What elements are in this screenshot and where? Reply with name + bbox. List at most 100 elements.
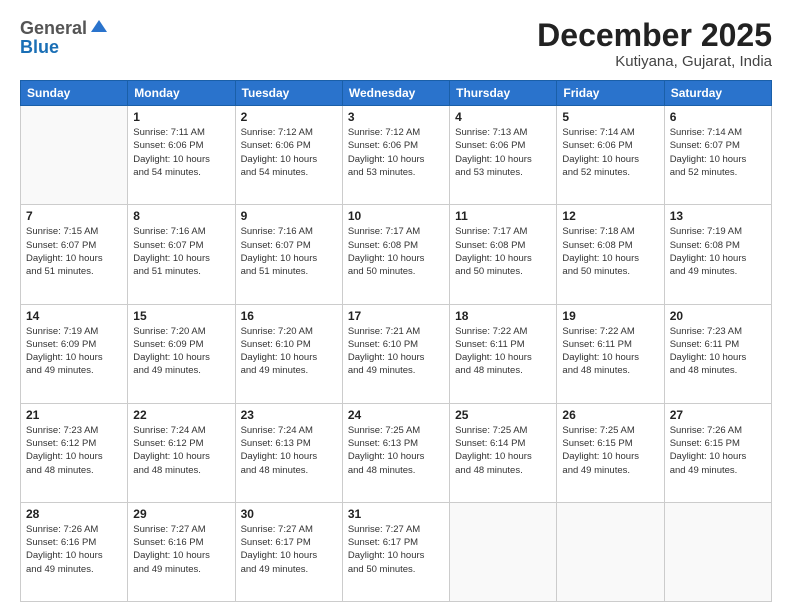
calendar-cell: 19 Sunrise: 7:22 AM Sunset: 6:11 PM Dayli…	[557, 304, 664, 403]
day-number: 9	[241, 209, 337, 223]
day-number: 29	[133, 507, 229, 521]
day-info: Sunrise: 7:22 AM Sunset: 6:11 PM Dayligh…	[455, 325, 551, 378]
calendar-cell: 24 Sunrise: 7:25 AM Sunset: 6:13 PM Dayli…	[342, 403, 449, 502]
weekday-header-monday: Monday	[128, 81, 235, 106]
day-info: Sunrise: 7:25 AM Sunset: 6:13 PM Dayligh…	[348, 424, 444, 477]
calendar-cell: 3 Sunrise: 7:12 AM Sunset: 6:06 PM Daylig…	[342, 106, 449, 205]
day-number: 23	[241, 408, 337, 422]
calendar-cell: 2 Sunrise: 7:12 AM Sunset: 6:06 PM Daylig…	[235, 106, 342, 205]
logo-general: General	[20, 18, 87, 39]
day-number: 1	[133, 110, 229, 124]
day-number: 3	[348, 110, 444, 124]
calendar-cell: 13 Sunrise: 7:19 AM Sunset: 6:08 PM Dayli…	[664, 205, 771, 304]
day-info: Sunrise: 7:12 AM Sunset: 6:06 PM Dayligh…	[241, 126, 337, 179]
day-info: Sunrise: 7:12 AM Sunset: 6:06 PM Dayligh…	[348, 126, 444, 179]
day-info: Sunrise: 7:26 AM Sunset: 6:16 PM Dayligh…	[26, 523, 122, 576]
day-info: Sunrise: 7:15 AM Sunset: 6:07 PM Dayligh…	[26, 225, 122, 278]
calendar-cell	[664, 502, 771, 601]
day-number: 18	[455, 309, 551, 323]
calendar-cell: 22 Sunrise: 7:24 AM Sunset: 6:12 PM Dayli…	[128, 403, 235, 502]
day-number: 16	[241, 309, 337, 323]
calendar-cell: 17 Sunrise: 7:21 AM Sunset: 6:10 PM Dayli…	[342, 304, 449, 403]
day-number: 14	[26, 309, 122, 323]
calendar-cell: 4 Sunrise: 7:13 AM Sunset: 6:06 PM Daylig…	[450, 106, 557, 205]
calendar-cell: 20 Sunrise: 7:23 AM Sunset: 6:11 PM Dayli…	[664, 304, 771, 403]
day-number: 20	[670, 309, 766, 323]
day-number: 31	[348, 507, 444, 521]
day-number: 6	[670, 110, 766, 124]
day-number: 28	[26, 507, 122, 521]
day-number: 26	[562, 408, 658, 422]
logo-blue: Blue	[20, 37, 109, 58]
day-info: Sunrise: 7:14 AM Sunset: 6:06 PM Dayligh…	[562, 126, 658, 179]
calendar-cell: 26 Sunrise: 7:25 AM Sunset: 6:15 PM Dayli…	[557, 403, 664, 502]
day-info: Sunrise: 7:19 AM Sunset: 6:08 PM Dayligh…	[670, 225, 766, 278]
calendar-cell: 21 Sunrise: 7:23 AM Sunset: 6:12 PM Dayli…	[21, 403, 128, 502]
calendar-cell	[557, 502, 664, 601]
weekday-header-friday: Friday	[557, 81, 664, 106]
day-number: 24	[348, 408, 444, 422]
week-row-2: 7Sunrise: 7:15 AM Sunset: 6:07 PM Daylig…	[21, 205, 772, 304]
calendar-cell: 9 Sunrise: 7:16 AM Sunset: 6:07 PM Daylig…	[235, 205, 342, 304]
weekday-header-wednesday: Wednesday	[342, 81, 449, 106]
calendar-cell: 29 Sunrise: 7:27 AM Sunset: 6:16 PM Dayli…	[128, 502, 235, 601]
day-info: Sunrise: 7:16 AM Sunset: 6:07 PM Dayligh…	[241, 225, 337, 278]
day-info: Sunrise: 7:26 AM Sunset: 6:15 PM Dayligh…	[670, 424, 766, 477]
day-number: 5	[562, 110, 658, 124]
day-number: 4	[455, 110, 551, 124]
calendar-cell: 31Sunrise: 7:27 AM Sunset: 6:17 PM Dayli…	[342, 502, 449, 601]
calendar-cell: 6Sunrise: 7:14 AM Sunset: 6:07 PM Daylig…	[664, 106, 771, 205]
day-number: 17	[348, 309, 444, 323]
day-info: Sunrise: 7:25 AM Sunset: 6:15 PM Dayligh…	[562, 424, 658, 477]
calendar-cell: 8Sunrise: 7:16 AM Sunset: 6:07 PM Daylig…	[128, 205, 235, 304]
day-number: 21	[26, 408, 122, 422]
calendar-cell: 14 Sunrise: 7:19 AM Sunset: 6:09 PM Dayli…	[21, 304, 128, 403]
day-info: Sunrise: 7:22 AM Sunset: 6:11 PM Dayligh…	[562, 325, 658, 378]
day-number: 11	[455, 209, 551, 223]
month-title: December 2025	[537, 18, 772, 53]
logo-icon	[89, 18, 109, 38]
calendar-cell: 27 Sunrise: 7:26 AM Sunset: 6:15 PM Dayli…	[664, 403, 771, 502]
day-info: Sunrise: 7:23 AM Sunset: 6:11 PM Dayligh…	[670, 325, 766, 378]
header: General Blue December 2025 Kutiyana, Guj…	[20, 18, 772, 70]
calendar-cell: 7Sunrise: 7:15 AM Sunset: 6:07 PM Daylig…	[21, 205, 128, 304]
day-info: Sunrise: 7:23 AM Sunset: 6:12 PM Dayligh…	[26, 424, 122, 477]
page: General Blue December 2025 Kutiyana, Guj…	[0, 0, 792, 612]
day-info: Sunrise: 7:21 AM Sunset: 6:10 PM Dayligh…	[348, 325, 444, 378]
weekday-header-saturday: Saturday	[664, 81, 771, 106]
day-number: 12	[562, 209, 658, 223]
calendar-cell	[21, 106, 128, 205]
calendar-cell: 30 Sunrise: 7:27 AM Sunset: 6:17 PM Dayli…	[235, 502, 342, 601]
location: Kutiyana, Gujarat, India	[537, 53, 772, 70]
week-row-1: 1 Sunrise: 7:11 AM Sunset: 6:06 PM Daylig…	[21, 106, 772, 205]
day-number: 22	[133, 408, 229, 422]
weekday-header-thursday: Thursday	[450, 81, 557, 106]
day-info: Sunrise: 7:24 AM Sunset: 6:13 PM Dayligh…	[241, 424, 337, 477]
day-info: Sunrise: 7:13 AM Sunset: 6:06 PM Dayligh…	[455, 126, 551, 179]
day-info: Sunrise: 7:20 AM Sunset: 6:10 PM Dayligh…	[241, 325, 337, 378]
calendar-cell: 12Sunrise: 7:18 AM Sunset: 6:08 PM Dayli…	[557, 205, 664, 304]
day-number: 30	[241, 507, 337, 521]
day-number: 13	[670, 209, 766, 223]
calendar-cell: 18 Sunrise: 7:22 AM Sunset: 6:11 PM Dayli…	[450, 304, 557, 403]
title-block: December 2025 Kutiyana, Gujarat, India	[537, 18, 772, 70]
day-info: Sunrise: 7:11 AM Sunset: 6:06 PM Dayligh…	[133, 126, 229, 179]
day-info: Sunrise: 7:27 AM Sunset: 6:16 PM Dayligh…	[133, 523, 229, 576]
day-number: 2	[241, 110, 337, 124]
day-number: 8	[133, 209, 229, 223]
calendar-cell: 16 Sunrise: 7:20 AM Sunset: 6:10 PM Dayli…	[235, 304, 342, 403]
week-row-3: 14 Sunrise: 7:19 AM Sunset: 6:09 PM Dayli…	[21, 304, 772, 403]
day-info: Sunrise: 7:19 AM Sunset: 6:09 PM Dayligh…	[26, 325, 122, 378]
day-number: 27	[670, 408, 766, 422]
day-info: Sunrise: 7:17 AM Sunset: 6:08 PM Dayligh…	[455, 225, 551, 278]
calendar-cell: 10Sunrise: 7:17 AM Sunset: 6:08 PM Dayli…	[342, 205, 449, 304]
day-number: 19	[562, 309, 658, 323]
day-info: Sunrise: 7:24 AM Sunset: 6:12 PM Dayligh…	[133, 424, 229, 477]
day-info: Sunrise: 7:27 AM Sunset: 6:17 PM Dayligh…	[241, 523, 337, 576]
calendar-cell: 11 Sunrise: 7:17 AM Sunset: 6:08 PM Dayli…	[450, 205, 557, 304]
calendar-cell: 1 Sunrise: 7:11 AM Sunset: 6:06 PM Daylig…	[128, 106, 235, 205]
calendar-cell: 28 Sunrise: 7:26 AM Sunset: 6:16 PM Dayli…	[21, 502, 128, 601]
calendar-cell: 15Sunrise: 7:20 AM Sunset: 6:09 PM Dayli…	[128, 304, 235, 403]
day-number: 10	[348, 209, 444, 223]
day-info: Sunrise: 7:20 AM Sunset: 6:09 PM Dayligh…	[133, 325, 229, 378]
